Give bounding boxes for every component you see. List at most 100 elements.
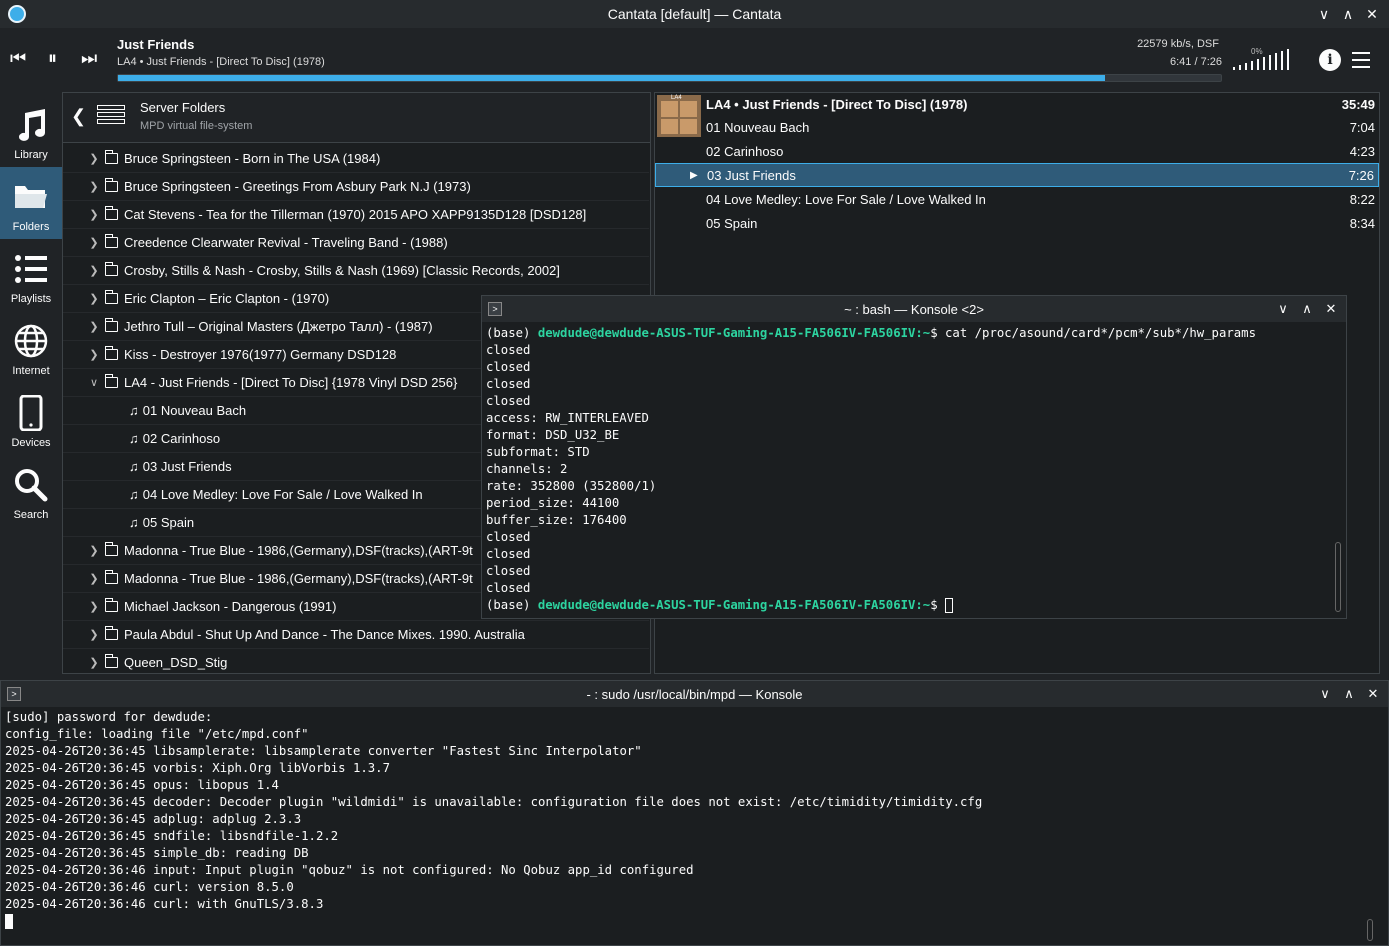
queue-track-row[interactable]: 02 Carinhoso 4:23 <box>655 139 1379 163</box>
globe-icon <box>14 324 48 358</box>
close-button[interactable]: ✕ <box>1366 686 1380 702</box>
sidebar-item-label: Playlists <box>10 293 52 305</box>
terminal-output[interactable]: [sudo] password for dewdude: config_file… <box>5 709 982 930</box>
seek-slider[interactable] <box>117 74 1222 82</box>
konsole-icon: > <box>7 687 21 701</box>
folder-icon <box>104 262 118 276</box>
volume-control[interactable]: 0% <box>1233 46 1311 70</box>
folder-icon <box>104 570 118 584</box>
maximize-button[interactable]: ∧ <box>1342 686 1356 702</box>
sidebar: Library Folders Playlists Internet Devic… <box>0 95 62 527</box>
music-note-icon <box>19 109 45 141</box>
sidebar-item-library[interactable]: Library <box>0 95 62 167</box>
folder-icon <box>104 374 118 388</box>
sidebar-item-internet[interactable]: Internet <box>0 311 62 383</box>
folder-icon <box>104 346 118 360</box>
back-arrow-icon[interactable]: ❮ <box>71 106 86 127</box>
close-button[interactable]: ✕ <box>1324 301 1338 317</box>
hamburger-menu-icon[interactable] <box>1352 52 1370 73</box>
sidebar-item-devices[interactable]: Devices <box>0 383 62 455</box>
folder-icon <box>15 186 47 208</box>
folder-row[interactable]: ❯ Bruce Springsteen - Greetings From Asbu… <box>63 173 649 201</box>
sidebar-item-label: Search <box>13 509 49 521</box>
folder-icon <box>104 290 118 304</box>
volume-bars <box>1233 49 1289 70</box>
folder-icon <box>104 318 118 332</box>
search-icon <box>15 469 48 502</box>
terminal-cursor <box>945 598 954 613</box>
folder-icon <box>104 206 118 220</box>
konsole-bash-window[interactable]: > ~ : bash — Konsole <2> ∨ ∧ ✕ (base) dewd… <box>481 295 1347 619</box>
music-note-icon: ♫ <box>129 431 139 446</box>
sidebar-item-folders[interactable]: Folders <box>0 167 62 239</box>
time-label: 6:41 / 7:26 <box>1170 56 1222 68</box>
folder-row[interactable]: ❯ Creedence Clearwater Revival - Travelin… <box>63 229 649 257</box>
sidebar-item-label: Devices <box>11 437 51 449</box>
minimize-button[interactable]: ∨ <box>1317 6 1331 23</box>
list-icon <box>15 255 47 283</box>
folders-subtitle: MPD virtual file-system <box>140 120 253 132</box>
folder-icon <box>104 234 118 248</box>
sidebar-item-search[interactable]: Search <box>0 455 62 527</box>
folder-row[interactable]: ❯ Crosby, Stills & Nash - Crosby, Stills … <box>63 257 649 285</box>
music-note-icon: ♫ <box>129 515 139 530</box>
konsole-mpd-window[interactable]: > - : sudo /usr/local/bin/mpd — Konsole … <box>0 680 1389 946</box>
window-title: Cantata [default] — Cantata <box>607 6 782 22</box>
queue-track-row[interactable]: 04 Love Medley: Love For Sale / Love Wal… <box>655 187 1379 211</box>
queue-total-duration: 35:49 <box>1341 97 1375 112</box>
folder-row[interactable]: ❯ Queen_DSD_Stig <box>63 649 649 673</box>
music-note-icon: ♫ <box>129 487 139 502</box>
seek-progress-fill <box>118 75 1106 81</box>
pause-icon[interactable]: ⏸ <box>48 48 57 70</box>
play-indicator-icon: ▶ <box>690 169 698 181</box>
server-icon <box>97 105 125 129</box>
folder-row[interactable]: ❯ Cat Stevens - Tea for the Tillerman (19… <box>63 201 649 229</box>
konsole-icon: > <box>488 302 502 316</box>
folder-icon <box>104 598 118 612</box>
sidebar-item-label: Folders <box>12 221 50 233</box>
konsole-title: - : sudo /usr/local/bin/mpd — Konsole <box>586 686 803 702</box>
folders-header: ❮ Server Folders MPD virtual file-system <box>63 93 650 143</box>
folders-title: Server Folders <box>140 100 226 115</box>
sidebar-item-playlists[interactable]: Playlists <box>0 239 62 311</box>
folder-icon <box>104 626 118 640</box>
next-track-icon[interactable]: ⏭ <box>81 48 97 70</box>
konsole-title: ~ : bash — Konsole <2> <box>844 301 984 317</box>
maximize-button[interactable]: ∧ <box>1341 6 1355 23</box>
prompt-user: dewdude@dewdude-ASUS-TUF-Gaming-A15-FA50… <box>537 598 931 612</box>
folder-row[interactable]: ❯ Bruce Springsteen - Born in The USA (19… <box>63 145 649 173</box>
terminal-output[interactable]: (base) dewdude@dewdude-ASUS-TUF-Gaming-A… <box>486 325 1256 614</box>
folder-icon <box>104 654 118 668</box>
sidebar-item-label: Library <box>14 149 48 161</box>
queue-track-row-current[interactable]: ▶ 03 Just Friends 7:26 <box>655 163 1379 187</box>
folder-icon <box>104 150 118 164</box>
terminal-scrollbar[interactable] <box>1335 542 1341 612</box>
music-note-icon: ♫ <box>129 403 139 418</box>
minimize-button[interactable]: ∨ <box>1276 301 1290 317</box>
close-button[interactable]: ✕ <box>1365 6 1379 23</box>
folder-icon <box>104 542 118 556</box>
terminal-cursor <box>5 914 13 929</box>
maximize-button[interactable]: ∧ <box>1300 301 1314 317</box>
minimize-button[interactable]: ∨ <box>1318 686 1332 702</box>
sidebar-item-label: Internet <box>12 365 50 377</box>
queue-album-title: LA4 • Just Friends - [Direct To Disc] (1… <box>706 97 968 112</box>
terminal-command: cat /proc/asound/card*/pcm*/sub*/hw_para… <box>945 326 1256 340</box>
queue-track-row[interactable]: 01 Nouveau Bach 7:04 <box>655 115 1379 139</box>
folder-icon <box>104 178 118 192</box>
phone-icon <box>19 395 43 431</box>
previous-track-icon[interactable]: ⏮ <box>10 48 26 70</box>
cantata-app-icon <box>8 5 26 23</box>
folder-row[interactable]: ❯ Paula Abdul - Shut Up And Dance - The D… <box>63 621 649 649</box>
window-titlebar[interactable]: Cantata [default] — Cantata ∨ ∧ ✕ <box>0 0 1389 28</box>
queue-track-row[interactable]: 05 Spain 8:34 <box>655 211 1379 235</box>
konsole-titlebar[interactable]: > ~ : bash — Konsole <2> ∨ ∧ ✕ <box>482 296 1346 322</box>
music-note-icon: ♫ <box>129 459 139 474</box>
terminal-scrollbar[interactable] <box>1367 919 1373 941</box>
now-playing-subtitle: LA4 • Just Friends - [Direct To Disc] (1… <box>117 56 325 68</box>
now-playing-title: Just Friends <box>117 37 195 52</box>
konsole-titlebar[interactable]: > - : sudo /usr/local/bin/mpd — Konsole … <box>1 681 1388 707</box>
info-icon[interactable]: i <box>1319 49 1341 71</box>
prompt-user: dewdude@dewdude-ASUS-TUF-Gaming-A15-FA50… <box>537 326 931 340</box>
bitrate-label: 22579 kb/s, DSF <box>1137 38 1219 50</box>
